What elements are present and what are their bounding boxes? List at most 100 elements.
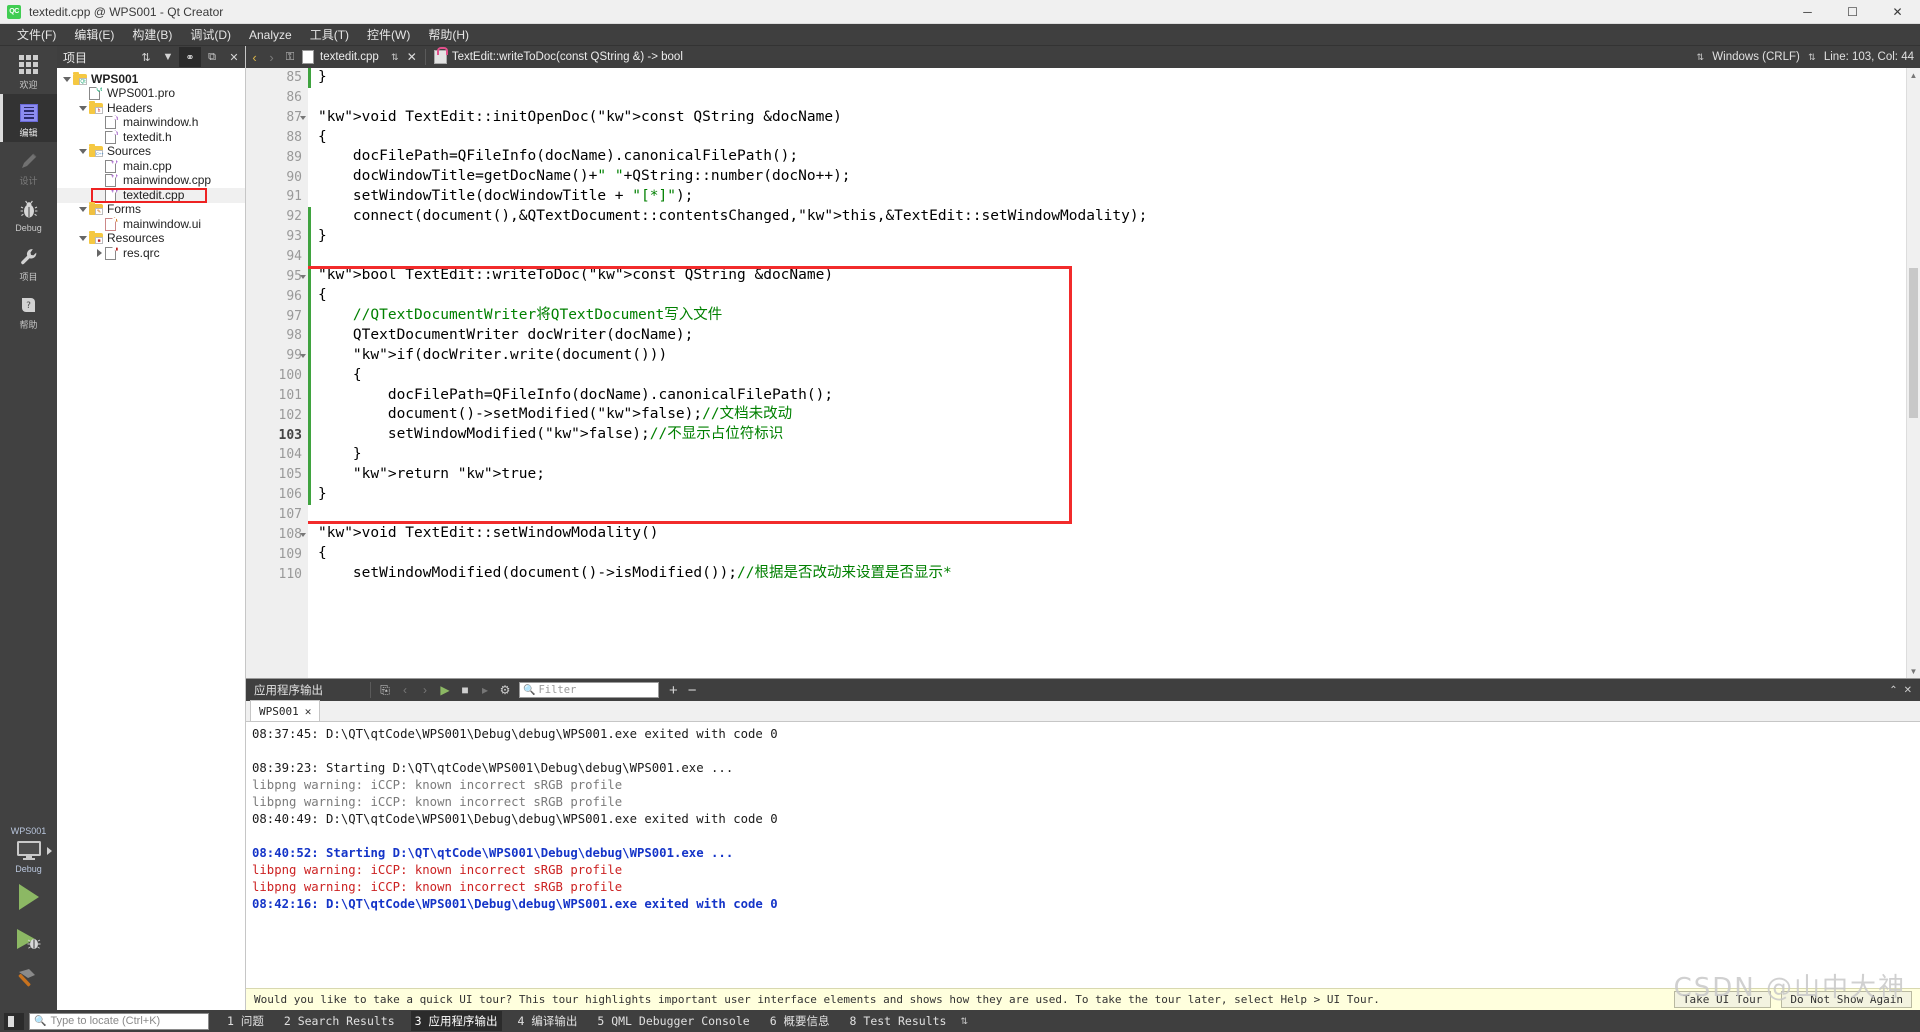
zoom-in-button[interactable]: + bbox=[669, 682, 678, 699]
minimize-button[interactable]: ─ bbox=[1785, 0, 1830, 24]
tree-item-mainwindow-cpp[interactable]: ++ mainwindow.cpp bbox=[57, 174, 245, 189]
menu-help[interactable]: 帮助(H) bbox=[419, 24, 478, 46]
menu-edit[interactable]: 编辑(E) bbox=[65, 24, 123, 46]
link-with-editor-button[interactable]: ⚭ bbox=[179, 47, 201, 67]
take-ui-tour-button[interactable]: Take UI Tour bbox=[1673, 991, 1772, 1008]
tree-item-main-cpp[interactable]: ++ main.cpp bbox=[57, 159, 245, 174]
code-line[interactable]: } bbox=[308, 485, 1920, 505]
menu-window[interactable]: 控件(W) bbox=[358, 24, 419, 46]
close-icon[interactable]: ✕ bbox=[305, 705, 312, 718]
tree-item-wps001-pro[interactable]: Qt WPS001.pro bbox=[57, 87, 245, 102]
run-output-button[interactable]: ▶ bbox=[435, 680, 455, 700]
code-line[interactable]: //QTextDocumentWriter将QTextDocument写入文件 bbox=[308, 306, 1920, 326]
fold-chevron-down-icon[interactable] bbox=[300, 532, 306, 537]
scrollbar-thumb[interactable] bbox=[1909, 268, 1918, 418]
code-line[interactable]: } bbox=[308, 227, 1920, 247]
split-button[interactable]: ⧉ bbox=[201, 47, 223, 67]
editor-tab-textedit-cpp[interactable]: textedit.cpp bbox=[300, 50, 387, 64]
code-line[interactable]: docFilePath=QFileInfo(docName).canonical… bbox=[308, 147, 1920, 167]
fold-chevron-down-icon[interactable] bbox=[300, 115, 306, 120]
kit-selector[interactable]: WPS001 Debug bbox=[0, 822, 57, 880]
tree-item-res-qrc[interactable]: ■ res.qrc bbox=[57, 246, 245, 261]
code-line[interactable]: { bbox=[308, 366, 1920, 386]
mode-edit[interactable]: 编辑 bbox=[0, 94, 57, 142]
menu-file[interactable]: 文件(F) bbox=[8, 24, 65, 46]
close-document-button[interactable]: ✕ bbox=[403, 50, 421, 64]
code-line[interactable]: "kw">void TextEdit::initOpenDoc("kw">con… bbox=[308, 108, 1920, 128]
toggle-sidebar-button[interactable] bbox=[4, 1012, 24, 1030]
fold-chevron-down-icon[interactable] bbox=[300, 353, 306, 358]
prev-item-button[interactable]: ‹ bbox=[395, 680, 415, 700]
code-line[interactable]: docFilePath=QFileInfo(docName).canonical… bbox=[308, 386, 1920, 406]
chevron-down-icon[interactable] bbox=[61, 76, 73, 82]
statusbar-tab-qml-debugger-console[interactable]: 5 QML Debugger Console bbox=[593, 1012, 753, 1030]
code-line[interactable]: { bbox=[308, 544, 1920, 564]
do-not-show-again-button[interactable]: Do Not Show Again bbox=[1781, 991, 1912, 1008]
menu-debug[interactable]: 调试(D) bbox=[181, 24, 240, 46]
close-sidebar-button[interactable]: ✕ bbox=[223, 47, 245, 67]
tree-item-mainwindow-h[interactable]: h mainwindow.h bbox=[57, 116, 245, 131]
code-line[interactable]: docWindowTitle=getDocName()+" "+QString:… bbox=[308, 167, 1920, 187]
code-line[interactable]: setWindowModified("kw">false);//不显示占位符标识 bbox=[308, 425, 1920, 445]
output-tab-wps001[interactable]: WPS001 ✕ bbox=[250, 700, 321, 721]
statusbar-tab--[interactable]: 6 概要信息 bbox=[766, 1011, 834, 1031]
split-editor-button[interactable]: ⇅ bbox=[1692, 53, 1708, 62]
menu-analyze[interactable]: Analyze bbox=[240, 24, 301, 46]
maximize-output-button[interactable]: ⌃ bbox=[1889, 685, 1897, 696]
navigate-forward-button[interactable]: › bbox=[263, 50, 280, 65]
sort-toggle-button[interactable]: ⇅ bbox=[135, 47, 157, 67]
tree-item-forms[interactable]: ✎ Forms bbox=[57, 202, 245, 218]
tree-item-textedit-cpp[interactable]: ++ textedit.cpp bbox=[57, 188, 245, 203]
output-pane-more-button[interactable]: ⇅ bbox=[960, 1017, 968, 1026]
output-settings-button[interactable]: ⚙ bbox=[495, 680, 515, 700]
tree-item-mainwindow-ui[interactable]: ✎ mainwindow.ui bbox=[57, 217, 245, 232]
mode-design[interactable]: 设计 bbox=[0, 142, 57, 190]
clear-output-button[interactable]: ⎘ bbox=[375, 680, 395, 700]
code-line[interactable]: "kw">bool TextEdit::writeToDoc("kw">cons… bbox=[308, 266, 1920, 286]
code-text-area[interactable]: } "kw">void TextEdit::initOpenDoc("kw">c… bbox=[308, 68, 1920, 678]
run-button[interactable] bbox=[9, 880, 49, 914]
maximize-button[interactable]: ☐ bbox=[1830, 0, 1875, 24]
symbol-dropdown[interactable]: TextEdit::writeToDoc(const QString &) ->… bbox=[430, 47, 683, 64]
statusbar-tab-test-results[interactable]: 8 Test Results bbox=[846, 1012, 951, 1030]
next-item-button[interactable]: › bbox=[415, 680, 435, 700]
code-line[interactable]: } bbox=[308, 68, 1920, 88]
lock-icon[interactable]: ⚿ bbox=[280, 51, 300, 64]
statusbar-tab--[interactable]: 4 编译输出 bbox=[514, 1011, 582, 1031]
code-line[interactable]: document()->setModified("kw">false);//文档… bbox=[308, 405, 1920, 425]
tree-item-wps001[interactable]: Qt WPS001 bbox=[57, 71, 245, 87]
code-line[interactable] bbox=[308, 505, 1920, 525]
output-log[interactable]: 08:37:45: D:\QT\qtCode\WPS001\Debug\debu… bbox=[246, 722, 1920, 988]
mode-projects[interactable]: 项目 bbox=[0, 238, 57, 286]
build-button[interactable] bbox=[9, 964, 49, 998]
tree-item-textedit-h[interactable]: h textedit.h bbox=[57, 130, 245, 145]
scroll-down-arrow-icon[interactable]: ▼ bbox=[1907, 664, 1920, 678]
chevron-down-icon[interactable] bbox=[77, 207, 89, 213]
navigate-back-button[interactable]: ‹ bbox=[246, 50, 263, 65]
open-documents-dropdown[interactable]: ⇅ bbox=[387, 53, 403, 62]
tree-item-headers[interactable]: h Headers bbox=[57, 100, 245, 116]
mode-welcome[interactable]: 欢迎 bbox=[0, 46, 57, 94]
output-filter-input[interactable]: 🔍 Filter bbox=[519, 682, 659, 698]
stop-output-button[interactable]: ■ bbox=[455, 680, 475, 700]
chevron-down-icon[interactable] bbox=[77, 149, 89, 155]
scroll-up-arrow-icon[interactable]: ▲ bbox=[1907, 68, 1920, 82]
statusbar-tab-search-results[interactable]: 2 Search Results bbox=[280, 1012, 399, 1030]
code-line[interactable]: "kw">return "kw">true; bbox=[308, 465, 1920, 485]
menu-build[interactable]: 构建(B) bbox=[123, 24, 181, 46]
tree-item-resources[interactable]: ■ Resources bbox=[57, 231, 245, 247]
tree-item-sources[interactable]: C++ Sources bbox=[57, 144, 245, 160]
chevron-down-icon[interactable] bbox=[77, 105, 89, 111]
start-debugging-button[interactable] bbox=[9, 922, 49, 956]
editor-vertical-scrollbar[interactable]: ▲ ▼ bbox=[1906, 68, 1920, 678]
code-line[interactable]: connect(document(),&QTextDocument::conte… bbox=[308, 207, 1920, 227]
filter-button[interactable]: ▼ bbox=[157, 47, 179, 67]
fold-chevron-down-icon[interactable] bbox=[300, 274, 306, 279]
attach-debugger-button[interactable]: ▸ bbox=[475, 680, 495, 700]
mode-debug[interactable]: Debug bbox=[0, 190, 57, 238]
code-line[interactable] bbox=[308, 247, 1920, 267]
chevron-down-icon[interactable] bbox=[77, 236, 89, 242]
line-ending-selector[interactable]: Windows (CRLF) bbox=[1712, 51, 1800, 63]
code-line[interactable]: "kw">if(docWriter.write(document())) bbox=[308, 346, 1920, 366]
menu-tools[interactable]: 工具(T) bbox=[301, 24, 358, 46]
